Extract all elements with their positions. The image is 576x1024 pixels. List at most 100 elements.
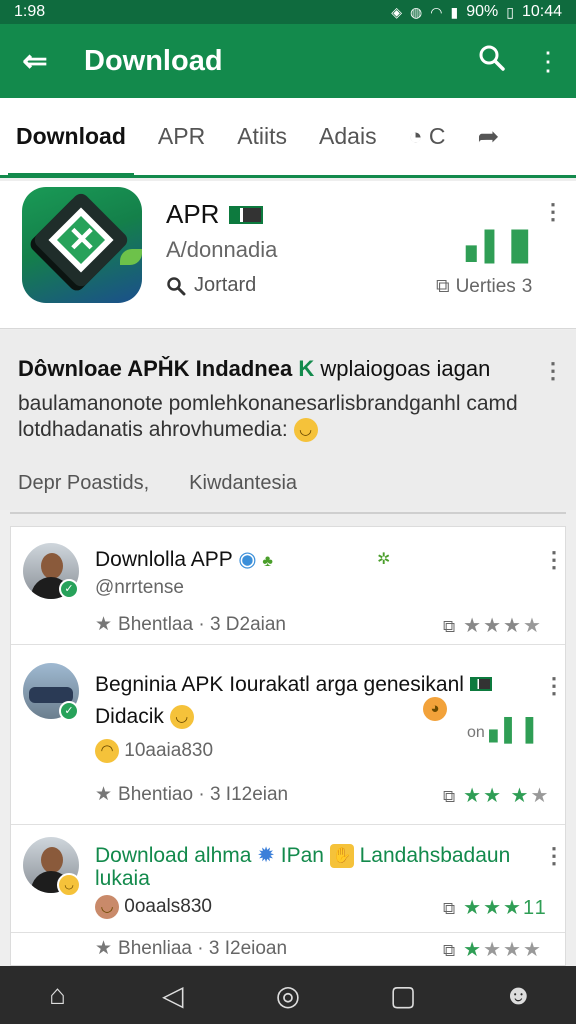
search-icon[interactable] (464, 44, 520, 79)
list-item-meta-text: Bhentlaa · 3 D2aian (118, 613, 286, 635)
system-nav-bar: ⌂ ◁ ◎ ▢ ☻ (0, 966, 576, 1024)
app-search-row[interactable]: Jortard (166, 274, 256, 297)
tab-apr[interactable]: APR (142, 98, 221, 175)
list-item-subtitle: ◡ 0oaals830 (95, 895, 212, 919)
list-item-title-text: Begninia APK Iourakatl arga genesikanl (95, 673, 464, 696)
feature-heading: Dôwnloae APȞK Indadnea K wplaiogoas iaga… (18, 356, 538, 382)
search-small-icon (167, 276, 186, 295)
clock: 10:44 (521, 3, 562, 20)
home-circle-icon[interactable]: ◎ (258, 979, 318, 1012)
list-item-meta-text: Bhenliaa · 3 I2eioan (118, 937, 288, 959)
list-item-menu-icon[interactable]: ⋮ (543, 547, 565, 573)
feature-heading-accent: K (298, 356, 315, 381)
bar-chart-icon: ▖▌▐▌ (466, 230, 538, 261)
home-icon[interactable]: ⌂ (28, 979, 88, 1011)
list-item-title: Begninia APK Iourakatl arga genesikanl (95, 673, 492, 697)
rating-end-text: 11 (522, 897, 548, 919)
list-item-meta: ★ Bhentlaa · 3 D2aian (95, 613, 286, 636)
copy-icon: ⧉ (443, 899, 458, 918)
battery-percent: 90% (466, 3, 499, 20)
clock-tab-icon: ◔ (408, 123, 423, 149)
list-item-title: Download alhma ✹ IPan ✋ Landahsbadaun (95, 843, 511, 869)
list-item-meta: ★ Bhenliaa · 3 I2eioan (95, 937, 287, 960)
list-item-title-text: Downlolla APP (95, 548, 233, 571)
share-arrow-icon[interactable]: ➦ (462, 98, 516, 175)
tab-c[interactable]: ◔ C (393, 98, 462, 175)
gear-icon: ✹ (257, 844, 275, 867)
emoji-badge-icon: ◡ (57, 873, 81, 897)
app-name: APR (166, 199, 264, 230)
blue-badge-icon: ◉ (238, 548, 257, 571)
list-item-subtitle: Didacik ◡ (95, 705, 194, 730)
app-name-text: APR (166, 199, 220, 229)
tab-bar: Download APR Atiits Adais ◔ C ➦ (0, 98, 576, 178)
list-item[interactable]: ★ Bhenliaa · 3 I2eioan ⧉ ★★★★ (11, 933, 565, 965)
sparkle-icon: ✲ (377, 551, 391, 568)
feature-link-1[interactable]: Depr Poastids, (18, 472, 149, 495)
list-item-title-line2: lukaia (95, 867, 150, 890)
app-card[interactable]: ✕ APR A/donnadia Jortard ▖▌▐▌ ⧉ Uerties … (0, 181, 576, 329)
feature-line-2: baulamanonote pomlehkonanesarlisbrandgan… (18, 392, 518, 415)
list-item-subtitle: @nrrtense (95, 577, 184, 598)
app-search-label: Jortard (194, 274, 257, 296)
rating-stars: ⧉ ★★★11 (443, 897, 548, 919)
assistant-icon[interactable]: ☻ (488, 979, 548, 1011)
app-stat-count: 3 (521, 276, 533, 297)
list-item-menu-icon[interactable]: ⋮ (543, 673, 565, 699)
overflow-menu-icon[interactable]: ⋮ (520, 46, 576, 77)
recents-square-icon[interactable]: ▢ (373, 979, 433, 1012)
feature-heading-bold: Dôwnloae APȞK Indadnea (18, 356, 293, 381)
laugh-emoji-icon: ◠ (95, 739, 119, 763)
list-item-meta-text: Bhentiao · 3 I12eian (118, 783, 289, 805)
list-item[interactable]: ✓ Begninia APK Iourakatl arga genesikanl… (11, 645, 565, 825)
feature-menu-icon[interactable]: ⋮ (542, 358, 564, 384)
side-stat-text: on (467, 724, 485, 741)
smile-emoji-icon: ◡ (169, 705, 194, 730)
flag-icon (469, 677, 492, 691)
copy-icon: ⧉ (436, 276, 450, 297)
star-icon: ★ (95, 938, 113, 959)
copy-icon: ⧉ (443, 787, 458, 806)
wifi-icon: ◠ (430, 3, 443, 20)
feature-links: Depr Poastids, Kiwdantesia (18, 472, 297, 495)
list-item-subtitle-text: 0oaals830 (124, 896, 212, 918)
list-item-meta: ★ Bhentiao · 3 I12eian (95, 783, 288, 806)
feature-heading-rest: wplaiogoas iagan (320, 356, 491, 381)
face-emoji-icon: ◡ (95, 895, 119, 919)
app-bar: ⇐ Download ⋮ (0, 24, 576, 98)
list-item[interactable]: ✓ Downlolla APP ◉ ♣ ✲ ⋮ @nrrtense ★ Bhen… (11, 527, 565, 645)
back-arrow-icon[interactable]: ⇐ (0, 44, 70, 79)
star-icon: ★ (95, 614, 113, 635)
list-item-title: Downlolla APP ◉ ♣ (95, 547, 273, 572)
back-triangle-icon[interactable]: ◁ (143, 979, 203, 1012)
battery-icon: ▯ (506, 3, 514, 20)
tab-adais[interactable]: Adais (303, 98, 393, 175)
page-title: Download (84, 44, 223, 77)
list-item[interactable]: ◡ Download alhma ✹ IPan ✋ Landahsbadaun … (11, 825, 565, 933)
tab-download[interactable]: Download (0, 98, 142, 178)
feature-line-3: lotdhadanatis ahrovhumedia: ◡ (18, 418, 538, 443)
rating-stars: ⧉ ★★★★ (443, 939, 543, 961)
app-stat: ⧉ Uerties 3 (436, 276, 532, 298)
post-list: ✓ Downlolla APP ◉ ♣ ✲ ⋮ @nrrtense ★ Bhen… (10, 526, 566, 966)
feature-block: Dôwnloae APȞK Indadnea K wplaiogoas iaga… (0, 330, 576, 510)
app-card-menu-icon[interactable]: ⋮ (542, 199, 564, 225)
thumbs-emoji-icon: ◕ (423, 697, 447, 721)
tab-c-label: C (428, 123, 446, 149)
feature-line-3-text: lotdhadanatis ahrovhumedia: (18, 418, 288, 441)
list-item-title-end: Landahsbadaun (359, 844, 511, 867)
vibrate-icon: ◍ (410, 3, 423, 20)
flag-icon (229, 205, 264, 224)
app-logo-icon: ✕ (22, 187, 142, 303)
tab-atiits[interactable]: Atiits (221, 98, 303, 175)
list-item-subtitle-text: Didacik (95, 705, 164, 728)
list-item-menu-icon[interactable]: ⋮ (543, 843, 565, 869)
copy-icon: ⧉ (443, 617, 458, 636)
list-item-extra: ◠ 10aaia830 (95, 739, 213, 763)
status-icons: ◈ ◍ ◠ ▮ 90% ▯ 10:44 (391, 3, 562, 21)
feature-link-2[interactable]: Kiwdantesia (189, 472, 297, 495)
rating-stars: ⧉ ★★★★ (443, 615, 543, 637)
app-stat-label: Uerties (455, 276, 516, 297)
verified-badge-icon: ✓ (59, 579, 79, 599)
verified-badge-icon: ✓ (59, 701, 79, 721)
